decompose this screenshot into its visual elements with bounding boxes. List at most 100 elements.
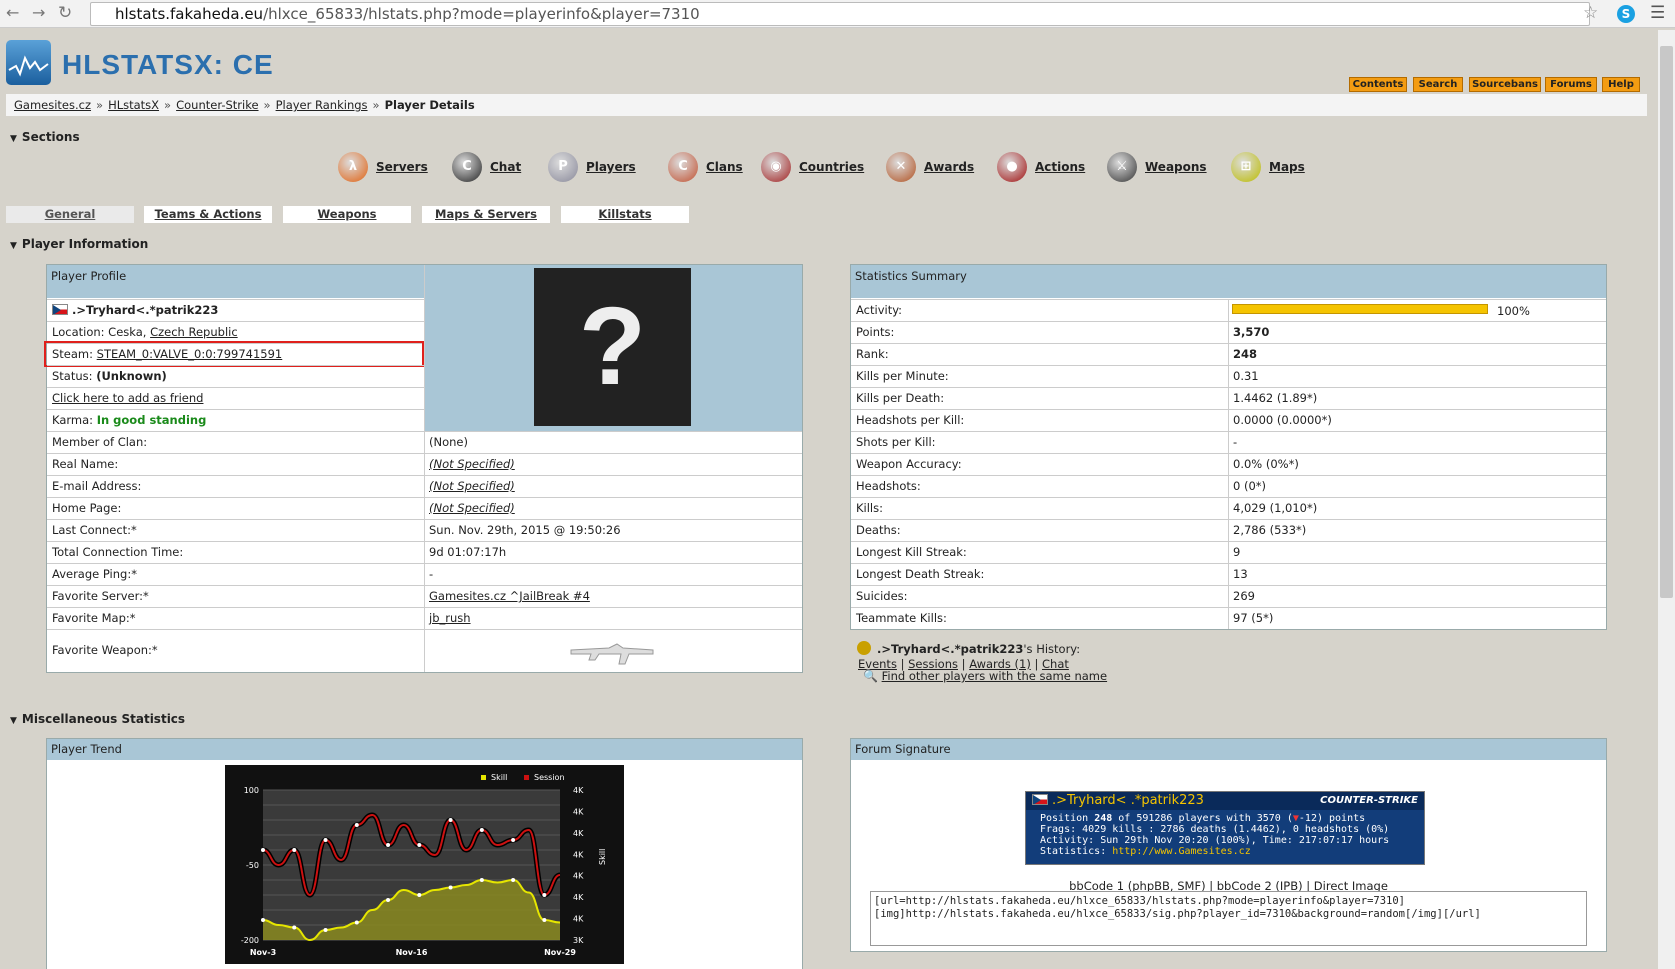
sig-url: http://www.Gamesites.cz <box>1112 846 1251 857</box>
breadcrumb-link[interactable]: Player Rankings <box>276 98 368 112</box>
section-label: Chat <box>490 160 522 174</box>
czech-flag-icon <box>1032 794 1048 805</box>
misc-stats-heading[interactable]: ▼ Miscellaneous Statistics <box>10 712 185 726</box>
tab-teams-actions[interactable]: Teams & Actions <box>144 206 272 223</box>
top-link-contents[interactable]: Contents <box>1349 77 1407 92</box>
profile-value-text[interactable]: (Not Specified) <box>429 457 515 471</box>
data-point <box>386 898 391 902</box>
add-friend-link[interactable]: Click here to add as friend <box>52 391 203 405</box>
profile-value-text[interactable]: jb_rush <box>429 611 471 625</box>
x-tick-label: Nov-3 <box>250 948 276 957</box>
skype-icon[interactable]: S <box>1617 5 1635 23</box>
profile-label: Favorite Map:* <box>47 607 424 628</box>
karma-label: Karma: <box>52 413 94 427</box>
profile-value-text: Sun. Nov. 29th, 2015 @ 19:50:26 <box>429 523 621 537</box>
logo-text[interactable]: HLSTATSX: CE <box>62 49 274 81</box>
section-weapons[interactable]: ⚔ Weapons <box>1107 152 1207 182</box>
data-point <box>323 838 328 842</box>
find-same-name-link[interactable]: Find other players with the same name <box>882 669 1107 683</box>
section-servers[interactable]: λ Servers <box>338 152 428 182</box>
right-tick-label: 4K <box>573 786 584 795</box>
player-info-heading[interactable]: ▼ Player Information <box>10 237 148 251</box>
profile-label: Favorite Server:* <box>47 585 424 606</box>
sig-text: Position <box>1040 813 1095 824</box>
left-tick-label: 100 <box>244 786 259 795</box>
signature-code-textarea[interactable]: [url=http://hlstats.fakaheda.eu/hlxce_65… <box>870 891 1587 946</box>
breadcrumb-separator: » <box>164 98 172 112</box>
section-clans[interactable]: C Clans <box>668 152 743 182</box>
forward-icon[interactable]: → <box>32 3 45 22</box>
summary-label: Shots per Kill: <box>851 431 1228 452</box>
sections-heading[interactable]: ▼ Sections <box>10 130 80 144</box>
section-chat[interactable]: C Chat <box>452 152 521 182</box>
avatar: ? <box>534 268 691 426</box>
players-icon: P <box>548 152 578 182</box>
breadcrumb-link[interactable]: Counter-Strike <box>176 98 258 112</box>
logo-icon[interactable] <box>6 40 51 85</box>
profile-label: E-mail Address: <box>47 475 424 496</box>
section-players[interactable]: P Players <box>548 152 636 182</box>
breadcrumb-link[interactable]: HLstatsX <box>108 98 159 112</box>
right-tick-label: 4K <box>573 829 584 838</box>
top-link-help[interactable]: Help <box>1602 77 1640 92</box>
section-maps[interactable]: ⊞ Maps <box>1231 152 1305 182</box>
section-awards[interactable]: ✕ Awards <box>886 152 974 182</box>
player-name: .>Tryhard<.*patrik223 <box>72 303 219 317</box>
maps-icon: ⊞ <box>1231 152 1261 182</box>
profile-value-text: - <box>429 567 434 581</box>
favorite-weapon-icon <box>569 640 655 664</box>
summary-value: 97 (5*) <box>1228 607 1606 628</box>
menu-icon[interactable]: ☰ <box>1650 3 1665 23</box>
tab-weapons[interactable]: Weapons <box>283 206 411 223</box>
address-bar[interactable]: hlstats.fakaheda.eu/hlxce_65833/hlstats.… <box>90 2 1590 26</box>
profile-value: Sun. Nov. 29th, 2015 @ 19:50:26 <box>424 519 802 540</box>
location-country-link[interactable]: Czech Republic <box>150 325 238 339</box>
top-link-forums[interactable]: Forums <box>1545 77 1597 92</box>
back-icon[interactable]: ← <box>6 3 19 22</box>
data-point <box>542 893 547 897</box>
profile-value: (Not Specified) <box>424 453 802 474</box>
player-name-row: .>Tryhard<.*patrik223 <box>47 299 424 320</box>
signature-image: .>Tryhard< .*patrik223 COUNTER-STRIKE Pos… <box>1025 791 1425 865</box>
profile-value <box>424 629 802 670</box>
player-profile-header: Player Profile <box>47 265 424 298</box>
scrollbar-thumb[interactable] <box>1660 46 1673 598</box>
breadcrumb-link[interactable]: Gamesites.cz <box>14 98 91 112</box>
misc-stats-title: Miscellaneous Statistics <box>21 712 186 726</box>
legend-skill-label: Skill <box>491 773 507 782</box>
data-point <box>354 823 359 827</box>
scrollbar[interactable] <box>1658 30 1675 969</box>
top-link-search[interactable]: Search <box>1413 77 1463 92</box>
tab-killstats[interactable]: Killstats <box>561 206 689 223</box>
clans-icon: C <box>668 152 698 182</box>
profile-label: Average Ping:* <box>47 563 424 584</box>
signature-name: .>Tryhard< .*patrik223 <box>1052 793 1204 808</box>
data-point <box>261 918 265 922</box>
chat-icon: C <box>452 152 482 182</box>
tab-general[interactable]: General <box>6 206 134 223</box>
profile-value-text[interactable]: (Not Specified) <box>429 479 515 493</box>
summary-label: Rank: <box>851 343 1228 364</box>
breadcrumb-separator: » <box>372 98 380 112</box>
location-label: Location: <box>52 325 105 339</box>
bookmark-star-icon[interactable]: ☆ <box>1583 3 1598 23</box>
profile-value-text[interactable]: Gamesites.cz ^JailBreak #4 <box>429 589 590 603</box>
game-logo: COUNTER-STRIKE <box>1320 795 1418 806</box>
section-label: Players <box>586 160 636 174</box>
status-label: Status: <box>52 369 93 383</box>
section-countries[interactable]: ◉ Countries <box>761 152 864 182</box>
profile-value-text: (None) <box>429 435 468 449</box>
profile-value-text[interactable]: (Not Specified) <box>429 501 515 515</box>
top-link-sourcebans[interactable]: Sourcebans <box>1469 77 1541 92</box>
legend-skill-swatch <box>481 775 486 780</box>
weapons-icon: ⚔ <box>1107 152 1137 182</box>
summary-value: 0 (0*) <box>1228 475 1606 496</box>
section-label: Clans <box>706 160 743 174</box>
section-actions[interactable]: ● Actions <box>997 152 1085 182</box>
countries-icon: ◉ <box>761 152 791 182</box>
history-icon <box>857 641 871 655</box>
tab-maps-servers[interactable]: Maps & Servers <box>422 206 550 223</box>
reload-icon[interactable]: ↻ <box>58 3 72 23</box>
history-suffix: 's History: <box>1023 642 1081 656</box>
profile-label: Favorite Weapon:* <box>47 629 424 670</box>
